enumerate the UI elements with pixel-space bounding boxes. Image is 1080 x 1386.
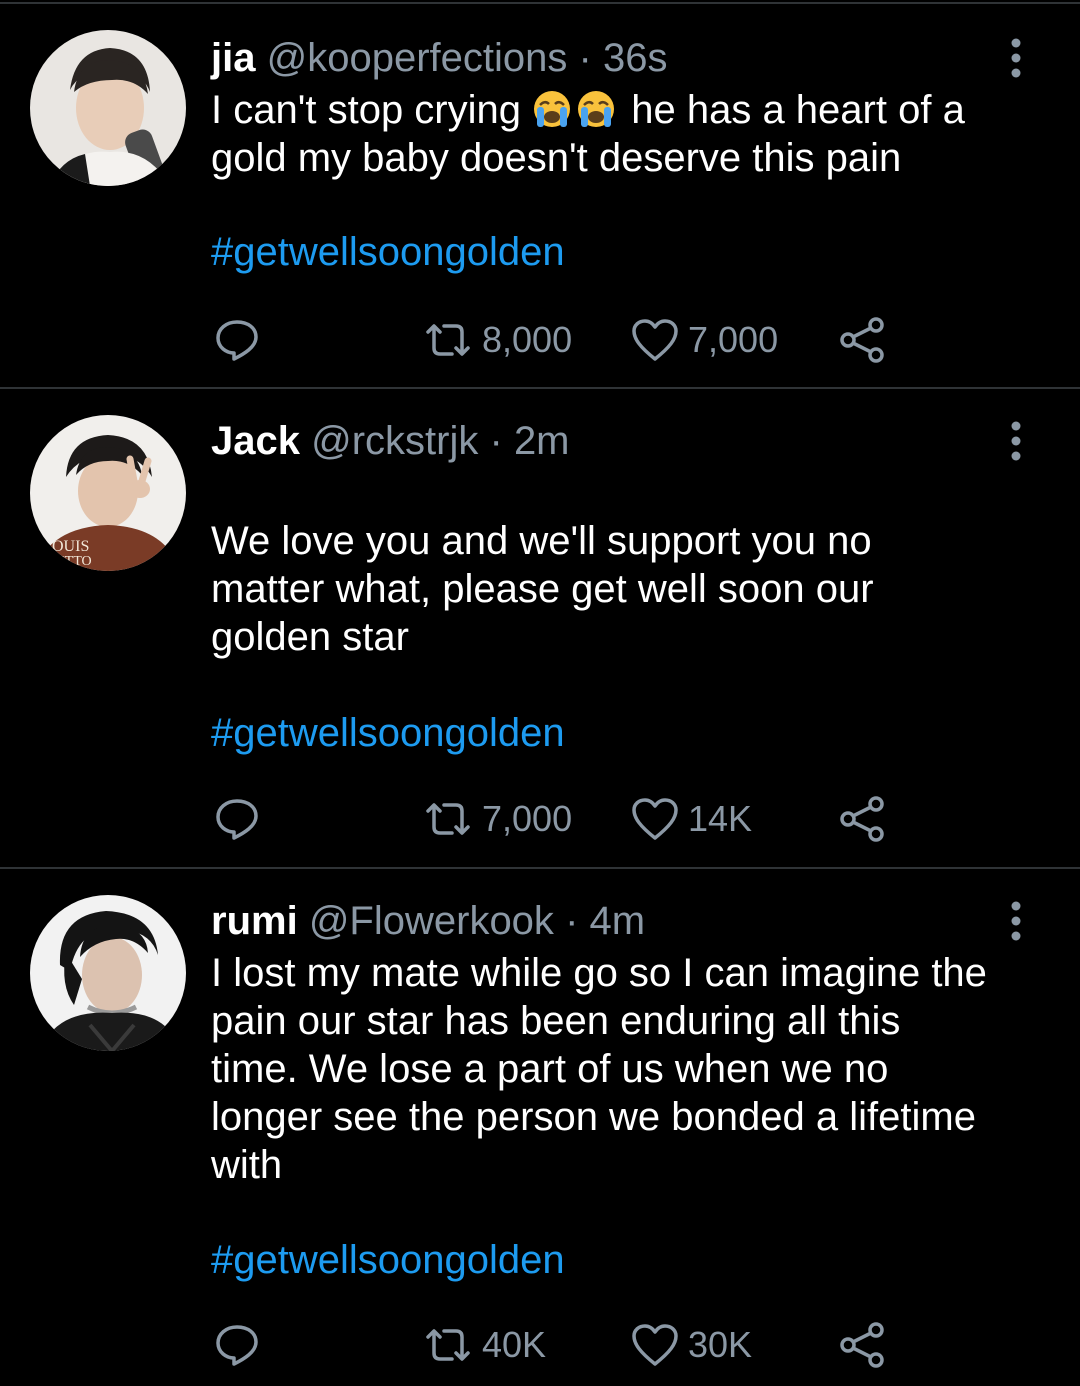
- separator-dot: ·: [578, 36, 592, 80]
- tweet-text-start: I can't stop crying: [211, 88, 533, 132]
- like-button[interactable]: 7,000: [630, 310, 778, 370]
- share-button[interactable]: [838, 789, 886, 849]
- reply-icon: [216, 320, 258, 361]
- hashtag-link[interactable]: #getwellsoongolden: [211, 1236, 565, 1284]
- tweet-2[interactable]: OUIS ITTO Jack @rckstrjk · 2m We love yo…: [0, 389, 1080, 867]
- user-handle[interactable]: @kooperfections: [267, 36, 568, 80]
- like-count: 30K: [688, 1324, 753, 1365]
- share-icon: [840, 796, 884, 842]
- hashtag-link[interactable]: #getwellsoongolden: [211, 709, 565, 757]
- hashtag-link[interactable]: #getwellsoongolden: [211, 228, 565, 276]
- retweet-count: 7,000: [482, 798, 573, 839]
- reply-icon: [216, 799, 258, 840]
- retweet-button[interactable]: 7,000: [422, 789, 572, 849]
- tweet-3[interactable]: rumi @Flowerkook · 4m I lost my mate whi…: [0, 869, 1080, 1386]
- action-bar: 40K 30K: [0, 1315, 1080, 1375]
- svg-text:OUIS: OUIS: [52, 538, 89, 555]
- retweet-button[interactable]: 8,000: [422, 310, 572, 370]
- timestamp[interactable]: 36s: [603, 36, 668, 80]
- more-options-button[interactable]: [1006, 421, 1026, 461]
- timestamp[interactable]: 4m: [590, 899, 646, 943]
- like-count: 14K: [688, 798, 753, 839]
- retweet-count: 8,000: [482, 319, 573, 360]
- share-button[interactable]: [838, 310, 886, 370]
- retweet-icon: [426, 324, 470, 356]
- share-icon: [840, 1322, 884, 1368]
- avatar[interactable]: [30, 30, 186, 186]
- tweet-text: I can't stop crying he has a heart of a …: [211, 86, 1041, 182]
- share-icon: [840, 317, 884, 363]
- tweet-header: rumi @Flowerkook · 4m: [211, 897, 645, 945]
- heart-icon: [632, 1324, 678, 1366]
- tweet-text: I lost my mate while go so I can imagine…: [211, 951, 987, 1187]
- display-name[interactable]: rumi: [211, 899, 298, 943]
- svg-text:ITTO: ITTO: [60, 554, 92, 569]
- user-handle[interactable]: @Flowerkook: [309, 899, 554, 943]
- action-bar: 7,000 14K: [0, 789, 1080, 849]
- avatar[interactable]: [30, 895, 186, 1051]
- loudly-crying-face-icon: [532, 89, 576, 129]
- retweet-icon: [426, 803, 470, 835]
- share-button[interactable]: [838, 1315, 886, 1375]
- reply-button[interactable]: [214, 1315, 260, 1375]
- avatar[interactable]: OUIS ITTO: [30, 415, 186, 571]
- display-name[interactable]: jia: [211, 36, 255, 80]
- action-bar: 8,000 7,000: [0, 310, 1080, 370]
- reply-button[interactable]: [214, 310, 260, 370]
- retweet-icon: [426, 1329, 470, 1361]
- more-options-button[interactable]: [1006, 38, 1026, 78]
- reply-icon: [216, 1325, 258, 1366]
- retweet-button[interactable]: 40K: [422, 1315, 546, 1375]
- timestamp[interactable]: 2m: [514, 419, 570, 463]
- like-button[interactable]: 30K: [630, 1315, 752, 1375]
- like-count: 7,000: [688, 319, 779, 360]
- more-vertical-icon: [1011, 38, 1021, 78]
- heart-icon: [632, 319, 678, 361]
- loudly-crying-face-icon: [576, 89, 620, 129]
- more-vertical-icon: [1011, 421, 1021, 461]
- retweet-count: 40K: [482, 1324, 547, 1365]
- separator-dot: ·: [565, 899, 579, 943]
- display-name[interactable]: Jack: [211, 419, 300, 463]
- tweet-header: Jack @rckstrjk · 2m: [211, 417, 570, 465]
- reply-button[interactable]: [214, 789, 260, 849]
- user-handle[interactable]: @rckstrjk: [311, 419, 478, 463]
- separator-dot: ·: [489, 419, 503, 463]
- like-button[interactable]: 14K: [630, 789, 752, 849]
- more-options-button[interactable]: [1006, 901, 1026, 941]
- tweet-1[interactable]: jia @kooperfections · 36s I can't stop c…: [0, 0, 1080, 388]
- tweet-text: We love you and we'll support you no mat…: [211, 519, 874, 659]
- tweet-header: jia @kooperfections · 36s: [211, 34, 667, 82]
- heart-icon: [632, 798, 678, 840]
- more-vertical-icon: [1011, 901, 1021, 941]
